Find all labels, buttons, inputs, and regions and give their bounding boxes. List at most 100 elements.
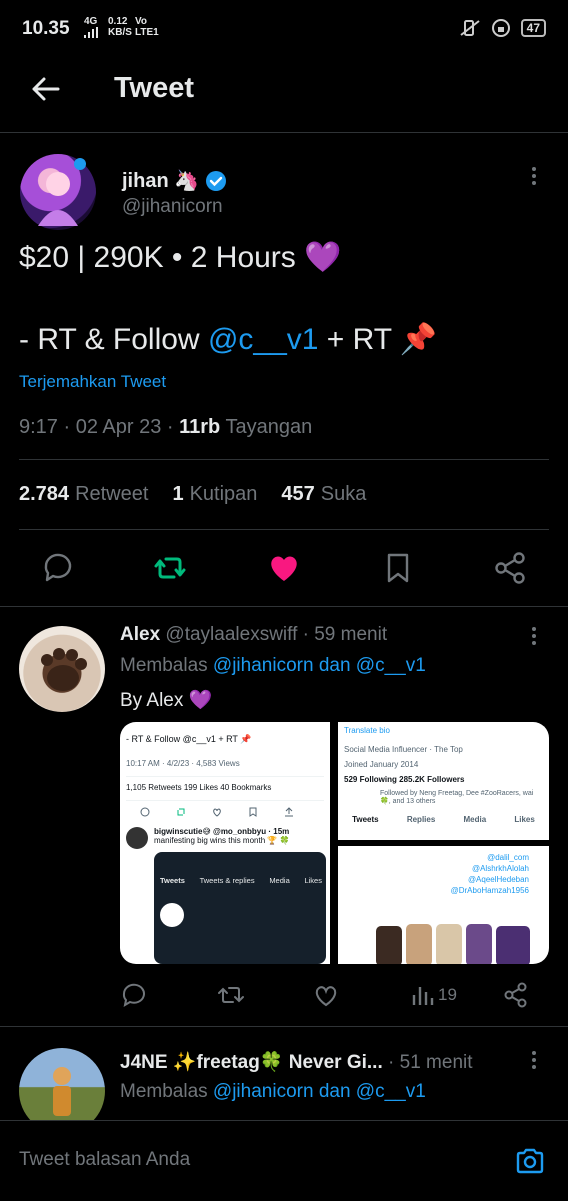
author-avatar[interactable] <box>20 154 96 230</box>
shot1-logo <box>160 903 184 927</box>
clock: 10.35 <box>22 18 70 39</box>
volte-top: Vo <box>135 16 148 27</box>
reply-input[interactable]: Tweet balasan Anda <box>19 1149 190 1171</box>
volte-indicator: Vo LTE1 <box>135 16 159 38</box>
tweet-stats: 2.784 Retweet 1 Kutipan 457 Suka <box>19 483 366 506</box>
shot3-handle: @DrAboHamzah1956 <box>450 886 529 895</box>
media-image-1[interactable]: - RT & Follow @c__v1 + RT 📌 10:17 AM · 4… <box>120 722 330 964</box>
shot1-text: manifesting big wins this month 🏆 🍀 <box>154 836 290 845</box>
phones-image <box>376 924 530 964</box>
shot1-reply-icon <box>140 807 150 817</box>
retweet-count-link[interactable]: 2.784 Retweet <box>19 483 148 506</box>
reply-time: · 51 menit <box>382 1052 473 1073</box>
replying-to: Membalas @jihanicorn dan @c__v1 <box>120 1081 426 1103</box>
shot1-action-icons <box>120 801 330 817</box>
like-count-link[interactable]: 457 Suka <box>281 483 366 506</box>
page-title: Tweet <box>114 72 195 104</box>
speed-value: 0.12 <box>108 16 128 27</box>
shot3-handles: @dalil_com @AlshrkhAlolah @AqeelHedeban … <box>338 846 549 896</box>
replying-prefix: Membalas <box>120 655 213 676</box>
quote-count: 1 <box>172 483 184 505</box>
reply-author-handle[interactable]: @taylaalexswiff <box>165 624 297 645</box>
replying-prefix: Membalas <box>120 1081 213 1102</box>
reply-reply-button[interactable] <box>120 980 148 1010</box>
battery-indicator: 47 <box>520 19 546 37</box>
reply-more-options-icon[interactable] <box>532 1048 538 1072</box>
author-name-row[interactable]: jihan 🦄 <box>122 168 227 193</box>
view-count: 11rb <box>179 416 221 438</box>
alarm-lock-icon <box>491 19 510 37</box>
reply-media-grid[interactable]: - RT & Follow @c__v1 + RT 📌 10:17 AM · 4… <box>120 722 549 964</box>
more-options-icon[interactable] <box>532 164 538 188</box>
back-arrow-icon[interactable] <box>28 72 62 106</box>
reply-views-button[interactable]: 19 <box>410 980 457 1010</box>
speed-unit: KB/S <box>108 27 132 38</box>
reply-tweet[interactable]: J4NE ✨freetag🍀 Never Gi... · 51 menit Me… <box>0 1026 568 1120</box>
shot1-tab: Tweets <box>160 876 185 885</box>
reply-author-name[interactable]: J4NE ✨freetag🍀 Never Gi... <box>120 1052 383 1073</box>
data-speed: 0.12 KB/S <box>108 16 132 38</box>
reply-icon[interactable] <box>38 548 78 588</box>
quote-count-link[interactable]: 1 Kutipan <box>172 483 257 506</box>
cat-paw-image <box>41 648 87 691</box>
shot2-tab: Likes <box>514 815 535 824</box>
reply-avatar[interactable] <box>19 626 105 712</box>
shot2-followed: Followed by Neng Freetag, Dee #ZooRacers… <box>380 790 534 805</box>
retweet-icon[interactable] <box>150 548 190 588</box>
divider <box>0 606 568 607</box>
mute-vibrate-icon <box>460 20 480 36</box>
replying-mentions[interactable]: @jihanicorn dan @c__v1 <box>213 655 426 676</box>
volte-bottom: LTE1 <box>135 27 159 38</box>
shot1-like-icon <box>213 808 221 817</box>
reply-composer: Tweet balasan Anda <box>0 1120 568 1201</box>
mention-link[interactable]: @c__v1 <box>208 323 319 356</box>
camera-icon[interactable] <box>514 1145 546 1177</box>
tweet-actions <box>0 548 568 588</box>
tweet-text-suffix: + RT 📌 <box>318 323 438 356</box>
retweet-count: 2.784 <box>19 483 70 505</box>
translate-tweet-link[interactable]: Terjemahkan Tweet <box>19 372 166 392</box>
media-image-2[interactable]: Translate bio Social Media Influencer · … <box>338 722 549 840</box>
reply-share-button[interactable] <box>502 980 530 1010</box>
network-type: 4G <box>84 16 98 27</box>
author-handle[interactable]: @jihanicorn <box>122 196 223 218</box>
shot1-retweet-icon <box>177 808 185 816</box>
like-heart-icon[interactable] <box>264 548 304 588</box>
replying-to: Membalas @jihanicorn dan @c__v1 <box>120 655 426 677</box>
media-image-3[interactable]: @dalil_com @AlshrkhAlolah @AqeelHedeban … <box>338 846 549 964</box>
replying-mentions[interactable]: @jihanicorn dan @c__v1 <box>213 1081 426 1102</box>
shot2-following: 529 Following 285.2K Followers <box>344 775 465 784</box>
status-icons: 47 <box>459 18 546 38</box>
reply-author-name[interactable]: Alex <box>120 624 160 645</box>
reply-actions: 19 <box>120 980 549 1010</box>
reply-text: By Alex 💜 <box>120 690 213 711</box>
tweet-timestamp: 9:17 · 02 Apr 23 · <box>19 416 180 438</box>
share-icon[interactable] <box>491 548 531 588</box>
status-bar: 10.35 4G 0.12 KB/S Vo LTE1 47 <box>0 0 568 58</box>
shot1-tab: Tweets & replies <box>199 876 255 885</box>
shot2-tabs: Tweets Replies Media Likes <box>338 805 549 824</box>
tweet-meta: 9:17 · 02 Apr 23 · 11rb Tayangan <box>19 416 312 439</box>
bookmark-icon[interactable] <box>378 548 418 588</box>
shot2-bio: Social Media Influencer · The Top <box>344 745 463 754</box>
network-indicator: 4G <box>84 16 98 38</box>
retweet-icon <box>218 987 244 1003</box>
reply-icon <box>122 983 145 1008</box>
views-chart-icon <box>412 987 434 1005</box>
shot1-user: bigwinscutie😅 @mo_onbbyu · 15m <box>154 827 290 836</box>
shot2-tab: Media <box>463 815 487 824</box>
reply-avatar[interactable] <box>19 1048 105 1120</box>
reply-retweet-button[interactable] <box>216 980 246 1010</box>
shot2-translate: Translate bio <box>344 726 390 735</box>
reply-like-button[interactable] <box>312 980 340 1010</box>
reply-view-count: 19 <box>438 985 457 1004</box>
reply-more-options-icon[interactable] <box>532 624 538 648</box>
shot1-avatar <box>126 827 148 849</box>
reply-header: Alex @taylaalexswiff · 59 menit <box>120 624 387 646</box>
top-bar: Tweet <box>0 58 568 133</box>
tweet-text-line1: $20 | 290K • 2 Hours 💜 <box>19 241 342 274</box>
shot1-tweet: - RT & Follow @c__v1 + RT 📌 <box>126 734 252 744</box>
views-label: Tayangan <box>220 416 313 438</box>
tweet-text-line2: - RT & Follow @c__v1 + RT 📌 <box>19 322 437 357</box>
shot1-inner-tweet: bigwinscutie😅 @mo_onbbyu · 15m manifesti… <box>120 817 330 849</box>
